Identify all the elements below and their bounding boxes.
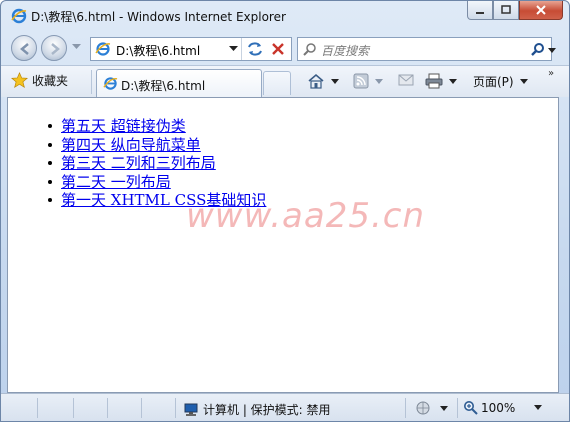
close-window-button[interactable] bbox=[519, 1, 563, 20]
zoom-magnifier-icon bbox=[464, 401, 478, 415]
minimize-button[interactable] bbox=[467, 1, 493, 20]
address-url: D:\教程\6.html bbox=[116, 44, 201, 58]
page-content: www.aa25.cn 第五天 超链接伪类 第四天 纵向导航菜单 第三天 二列和… bbox=[7, 97, 559, 393]
globe-settings-icon bbox=[416, 401, 430, 415]
page-menu-dropdown-icon bbox=[519, 79, 528, 84]
link-day-two[interactable]: 第二天 一列布局 bbox=[61, 173, 171, 191]
status-divider bbox=[73, 398, 74, 418]
page-menu-label: 页面(P) bbox=[473, 75, 514, 89]
navigation-bar: D:\教程\6.html 百度搜索 bbox=[1, 31, 569, 65]
search-icon[interactable] bbox=[531, 42, 545, 56]
link-day-one[interactable]: 第一天 XHTML CSS基础知识 bbox=[61, 191, 266, 209]
minimize-icon bbox=[476, 12, 484, 14]
search-provider-icon bbox=[303, 43, 316, 56]
forward-arrow-icon bbox=[51, 43, 60, 55]
status-divider bbox=[175, 398, 176, 418]
list-item: 第一天 XHTML CSS基础知识 bbox=[47, 191, 266, 210]
address-dropdown-icon[interactable] bbox=[229, 46, 238, 52]
rss-feed-icon bbox=[353, 73, 369, 89]
status-divider bbox=[141, 398, 142, 418]
maximize-icon bbox=[501, 5, 511, 14]
more-tools-chevron-icon[interactable]: » bbox=[548, 68, 554, 79]
close-icon bbox=[536, 5, 546, 15]
status-divider bbox=[37, 398, 38, 418]
recent-pages-dropdown-icon[interactable] bbox=[72, 44, 81, 50]
protected-mode-button[interactable] bbox=[415, 400, 448, 416]
link-day-four[interactable]: 第四天 纵向导航菜单 bbox=[61, 136, 201, 154]
read-mail-button[interactable] bbox=[398, 73, 414, 87]
print-button[interactable] bbox=[425, 73, 457, 89]
ie-logo-icon bbox=[11, 8, 27, 24]
protected-mode-dropdown-icon bbox=[440, 405, 448, 411]
address-divider bbox=[241, 38, 242, 60]
zoom-dropdown-icon bbox=[534, 405, 543, 410]
favorites-button[interactable]: 收藏夹 bbox=[11, 72, 68, 89]
search-box[interactable]: 百度搜索 bbox=[297, 37, 556, 61]
list-item: 第三天 二列和三列布局 bbox=[47, 154, 266, 173]
status-divider bbox=[457, 398, 458, 418]
window-title: D:\教程\6.html - Windows Internet Explorer bbox=[31, 10, 286, 24]
home-icon bbox=[308, 73, 324, 89]
status-divider bbox=[405, 398, 406, 418]
link-day-three[interactable]: 第三天 二列和三列布局 bbox=[61, 154, 216, 172]
page-menu-button[interactable]: 页面(P) bbox=[473, 73, 528, 90]
stop-icon[interactable] bbox=[271, 42, 285, 56]
page-ie-icon bbox=[95, 42, 111, 56]
list-item: 第五天 超链接伪类 bbox=[47, 117, 266, 136]
favorites-star-icon bbox=[11, 72, 28, 89]
maximize-button[interactable] bbox=[493, 1, 519, 20]
mail-icon bbox=[398, 74, 414, 86]
security-zone-label: 计算机 | 保护模式: 禁用 bbox=[203, 403, 331, 417]
favorites-divider bbox=[91, 70, 92, 94]
back-button[interactable] bbox=[11, 35, 37, 61]
list-item: 第四天 纵向导航菜单 bbox=[47, 136, 266, 155]
title-bar: D:\教程\6.html - Windows Internet Explorer bbox=[1, 1, 569, 31]
favorites-label: 收藏夹 bbox=[32, 74, 69, 88]
back-arrow-icon bbox=[20, 43, 29, 55]
caption-buttons bbox=[467, 1, 563, 21]
search-options-dropdown-icon[interactable] bbox=[548, 48, 556, 53]
status-divider bbox=[107, 398, 108, 418]
zoom-level: 100% bbox=[481, 400, 516, 415]
feeds-button[interactable] bbox=[353, 73, 383, 89]
command-bar: 收藏夹 D:\教程\6.html 页面(P) » bbox=[1, 65, 569, 97]
home-button[interactable] bbox=[307, 73, 339, 89]
link-day-five[interactable]: 第五天 超链接伪类 bbox=[61, 117, 186, 135]
tab-current-page[interactable]: D:\教程\6.html bbox=[96, 69, 262, 97]
feeds-dropdown-icon[interactable] bbox=[375, 78, 383, 84]
tab-ie-icon bbox=[103, 77, 118, 90]
tutorial-link-list: 第五天 超链接伪类 第四天 纵向导航菜单 第三天 二列和三列布局 第二天 一列布… bbox=[47, 117, 266, 210]
print-dropdown-icon[interactable] bbox=[449, 78, 457, 84]
forward-button[interactable] bbox=[41, 35, 67, 61]
zoom-button[interactable]: 100% bbox=[463, 400, 543, 415]
status-bar: 计算机 | 保护模式: 禁用 100% bbox=[1, 393, 569, 421]
security-zone[interactable]: 计算机 | 保护模式: 禁用 bbox=[183, 401, 331, 418]
browser-window: D:\教程\6.html - Windows Internet Explorer bbox=[0, 0, 570, 422]
tab-title: D:\教程\6.html bbox=[121, 79, 206, 93]
address-bar[interactable]: D:\教程\6.html bbox=[90, 37, 292, 61]
new-tab-button[interactable] bbox=[263, 71, 291, 95]
computer-icon bbox=[184, 403, 198, 416]
refresh-icon[interactable] bbox=[246, 41, 264, 57]
list-item: 第二天 一列布局 bbox=[47, 173, 266, 192]
printer-icon bbox=[425, 73, 443, 89]
home-dropdown-icon[interactable] bbox=[331, 78, 339, 84]
search-placeholder: 百度搜索 bbox=[321, 44, 370, 58]
